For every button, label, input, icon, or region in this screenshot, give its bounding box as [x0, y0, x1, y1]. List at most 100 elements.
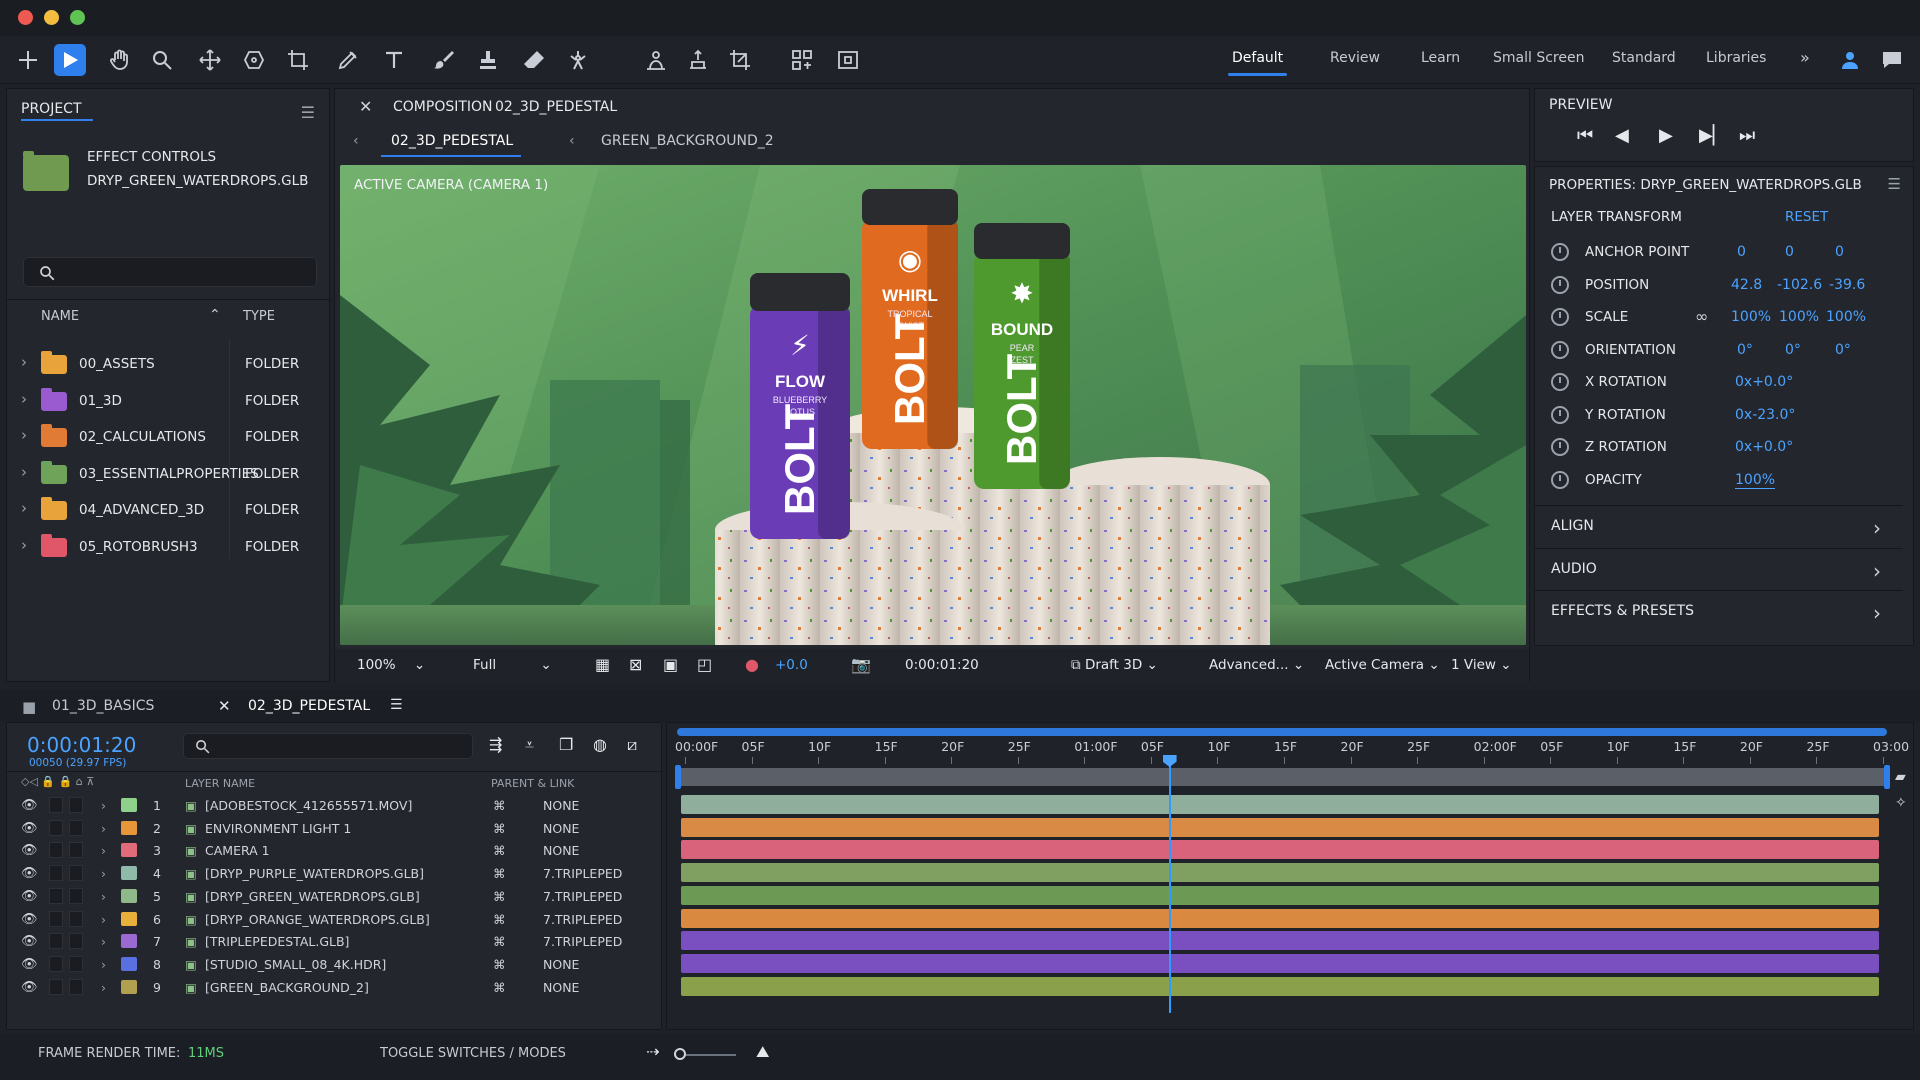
layer-duration-bar[interactable]	[681, 840, 1879, 860]
playhead-handle[interactable]	[1162, 755, 1177, 767]
timeline-timecode[interactable]: 0:00:01:20	[27, 733, 136, 757]
workspace-standard[interactable]: Standard	[1612, 50, 1676, 66]
solo-switch[interactable]	[49, 842, 63, 859]
label-color-swatch[interactable]	[121, 820, 137, 835]
workspace-libraries[interactable]: Libraries	[1706, 50, 1766, 66]
project-item[interactable]: › 05_ROTOBRUSH3 FOLDER	[7, 530, 337, 566]
chevron-right-icon[interactable]: ›	[21, 536, 27, 554]
layer-row[interactable]: 👁 › 2 ▣ ENVIRONMENT LIGHT 1 ⌘ NONE	[7, 818, 663, 841]
property-value-x[interactable]: 0	[1737, 244, 1746, 260]
layer-row[interactable]: 👁 › 1 ▣ [ADOBESTOCK_412655571.MOV] ⌘ NONE	[7, 795, 663, 818]
lock-switch[interactable]	[69, 819, 83, 836]
type-column-header[interactable]: TYPE	[243, 309, 275, 324]
align-icon[interactable]	[832, 44, 864, 76]
lock-switch[interactable]	[69, 955, 83, 972]
zoom-dropdown[interactable]: 100% ⌄	[357, 657, 425, 673]
camera-dropdown[interactable]: Active Camera ⌄	[1325, 657, 1440, 673]
comp-mini-flowchart-icon[interactable]: ⇶	[489, 735, 502, 754]
roto-icon[interactable]	[640, 44, 672, 76]
label-color-swatch[interactable]	[121, 956, 137, 971]
snap-icon[interactable]	[786, 44, 818, 76]
chevron-right-icon[interactable]: ›	[101, 980, 106, 995]
selection-icon[interactable]	[54, 44, 86, 76]
eye-icon[interactable]: 👁	[21, 866, 38, 881]
layer-name[interactable]: CAMERA 1	[205, 843, 270, 858]
parent-link[interactable]: NONE	[543, 798, 579, 813]
comp-marker-icon[interactable]: ✧	[1895, 795, 1907, 811]
tab-menu-icon[interactable]: ☰	[390, 697, 403, 713]
chevron-right-icon[interactable]: ›	[101, 957, 106, 972]
layer-name[interactable]: [GREEN_BACKGROUND_2]	[205, 980, 369, 995]
parent-link[interactable]: 7.TRIPLEPED	[543, 912, 622, 927]
section-audio[interactable]: AUDIO ›	[1535, 547, 1903, 590]
section-effects-presets[interactable]: EFFECTS & PRESETS ›	[1535, 590, 1903, 632]
eye-icon[interactable]: 👁	[21, 980, 38, 995]
layer-duration-bar[interactable]	[681, 795, 1879, 814]
layer-row[interactable]: 👁 › 3 ▣ CAMERA 1 ⌘ NONE	[7, 840, 663, 863]
stopwatch-icon[interactable]	[1551, 243, 1569, 261]
chevron-right-icon[interactable]: ›	[21, 426, 27, 444]
stopwatch-icon[interactable]	[1551, 275, 1569, 294]
solo-switch[interactable]	[49, 933, 63, 950]
eye-icon[interactable]: 👁	[21, 843, 38, 858]
label-color-swatch[interactable]	[121, 934, 137, 949]
eraser-icon[interactable]	[518, 44, 550, 76]
layer-duration-bar[interactable]	[681, 908, 1879, 928]
project-item[interactable]: › 00_ASSETS FOLDER	[7, 347, 337, 383]
eye-icon[interactable]: 👁	[21, 934, 38, 949]
name-column-header[interactable]: NAME	[41, 309, 79, 324]
comment-icon[interactable]: ▰	[1895, 769, 1906, 785]
pick-whip-icon[interactable]: ⌘	[493, 821, 506, 836]
text-icon[interactable]	[378, 44, 410, 76]
advanced-dropdown[interactable]: Advanced... ⌄	[1209, 657, 1304, 673]
project-search-input[interactable]	[23, 257, 317, 287]
pick-whip-icon[interactable]: ⌘	[493, 957, 506, 972]
parent-link[interactable]: NONE	[543, 957, 579, 972]
layer-row[interactable]: 👁 › 6 ▣ [DRYP_ORANGE_WATERDROPS.GLB] ⌘ 7.TRIPL…	[7, 909, 663, 932]
chevron-right-icon[interactable]: ›	[21, 463, 27, 481]
lock-switch[interactable]	[69, 865, 83, 882]
eye-icon[interactable]: 👁	[21, 889, 38, 904]
label-color-swatch[interactable]	[121, 979, 137, 994]
project-item[interactable]: › 03_ESSENTIALPROPERTIES FOLDER	[7, 457, 337, 493]
motion-blur-icon[interactable]: ◍	[593, 735, 607, 754]
property-value-z[interactable]: 100%	[1826, 309, 1866, 325]
eye-icon[interactable]: 👁	[21, 957, 38, 972]
zoom-window-button[interactable]	[70, 10, 85, 25]
solo-switch[interactable]	[49, 887, 63, 904]
layer-row[interactable]: 👁 › 4 ▣ [DRYP_PURPLE_WATERDROPS.GLB] ⌘ 7.TRIPL…	[7, 863, 663, 886]
toggle-switches-modes-button[interactable]: TOGGLE SWITCHES / MODES	[380, 1046, 566, 1061]
chevron-right-icon[interactable]: ›	[101, 843, 106, 858]
close-composition-icon[interactable]: ✕	[359, 97, 372, 116]
eye-icon[interactable]: 👁	[21, 821, 38, 836]
timeline-search-input[interactable]	[183, 733, 473, 759]
chat-icon[interactable]	[1876, 44, 1908, 76]
lock-switch[interactable]	[69, 978, 83, 995]
stopwatch-icon[interactable]	[1551, 308, 1569, 326]
pick-whip-icon[interactable]: ⌘	[493, 912, 506, 927]
hand-icon[interactable]	[104, 44, 136, 76]
chevron-right-icon[interactable]: ›	[101, 821, 106, 836]
pick-whip-icon[interactable]: ⌘	[493, 980, 506, 995]
lock-switch[interactable]	[69, 842, 83, 859]
layer-row[interactable]: 👁 › 5 ▣ [DRYP_GREEN_WATERDROPS.GLB] ⌘ 7.TRIPLE…	[7, 886, 663, 909]
workspace-small-screen[interactable]: Small Screen	[1493, 50, 1584, 66]
layer-row[interactable]: 👁 › 8 ▣ [STUDIO_SMALL_08_4K.HDR] ⌘ NONE	[7, 954, 663, 977]
layer-duration-bar[interactable]	[681, 931, 1879, 951]
stopwatch-icon[interactable]	[1551, 340, 1569, 359]
layer-name[interactable]: [STUDIO_SMALL_08_4K.HDR]	[205, 957, 386, 972]
solo-switch[interactable]	[49, 797, 63, 813]
lock-switch[interactable]	[69, 910, 83, 927]
layer-name[interactable]: [TRIPLEPEDESTAL.GLB]	[205, 934, 349, 949]
parent-link[interactable]: NONE	[543, 843, 579, 858]
eye-icon[interactable]: 👁	[21, 798, 38, 813]
tab-01-3d-basics[interactable]: 01_3D_BASICS	[52, 698, 154, 714]
label-color-swatch[interactable]	[121, 798, 137, 812]
label-color-swatch[interactable]	[121, 911, 137, 926]
solo-switch[interactable]	[49, 819, 63, 836]
property-value-y[interactable]: -102.6	[1777, 277, 1822, 293]
workspace-learn[interactable]: Learn	[1421, 50, 1460, 66]
property-value[interactable]: 0x+0.0°	[1735, 374, 1793, 390]
chevron-right-icon[interactable]: ›	[101, 866, 106, 881]
graph-editor-icon[interactable]: ⧄	[627, 735, 637, 755]
